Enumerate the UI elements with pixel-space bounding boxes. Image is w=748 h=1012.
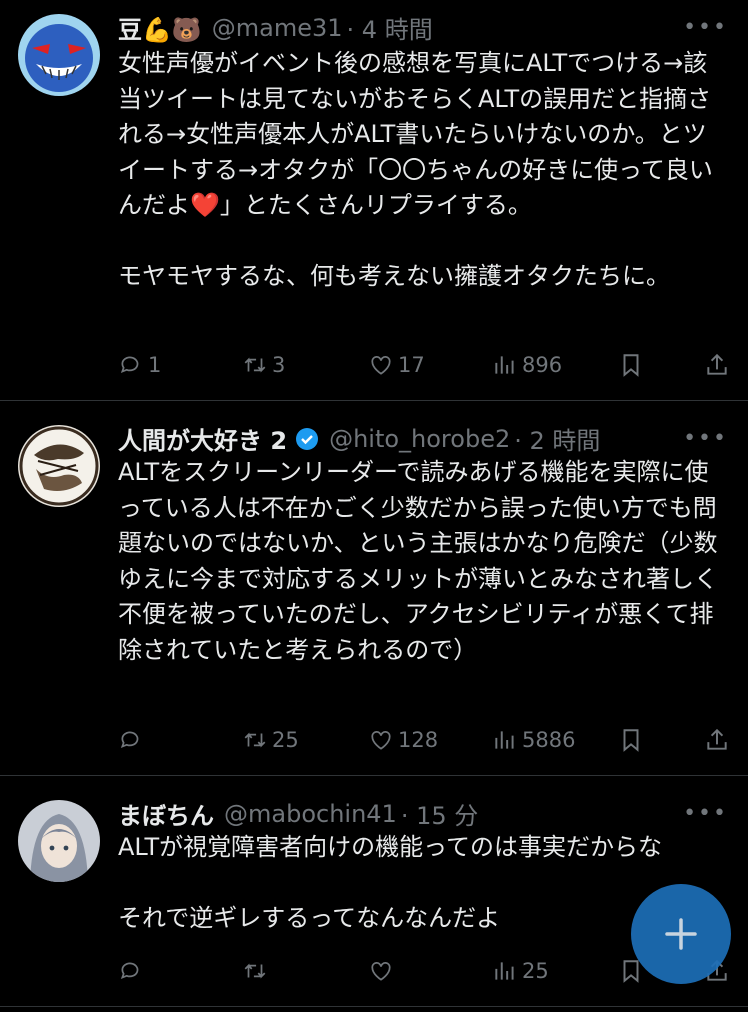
share-icon xyxy=(707,353,727,375)
retweet-icon xyxy=(244,963,266,979)
retweet-icon xyxy=(244,732,266,748)
like-count: 17 xyxy=(398,353,425,377)
view-count: 5886 xyxy=(522,728,576,752)
retweet-count: 3 xyxy=(272,353,286,377)
retweet-icon xyxy=(244,357,266,373)
share-button[interactable] xyxy=(704,723,730,757)
views-button[interactable]: 5886 xyxy=(492,723,575,757)
tweet-text: ALTをスクリーンリーダーで読みあげる機能を実際に使っている人は不在かごく少数だ… xyxy=(118,458,718,664)
more-icon[interactable]: ••• xyxy=(683,801,728,826)
retweet-button[interactable] xyxy=(242,954,272,988)
action-bar: 25 128 5886 xyxy=(118,723,730,757)
timestamp[interactable]: · 2 時間 xyxy=(514,421,600,456)
reply-button[interactable] xyxy=(118,723,148,757)
like-icon xyxy=(371,962,391,981)
tweet-2[interactable]: 人間が大好き 2 @hito_horobe2 · 2 時間 ••• ALTをスク… xyxy=(0,401,748,776)
views-icon xyxy=(495,356,514,374)
action-bar: 1 3 17 896 xyxy=(118,348,730,382)
bookmark-button[interactable] xyxy=(618,348,644,382)
avatar[interactable] xyxy=(18,14,100,96)
retweet-count: 25 xyxy=(272,728,299,752)
tweet-3[interactable]: まぼちん @mabochin41 · 15 分 ••• ALTが視覚障害者向けの… xyxy=(0,776,748,1007)
view-count: 896 xyxy=(522,353,563,377)
views-button[interactable]: 25 xyxy=(492,954,549,988)
views-icon xyxy=(495,731,514,749)
user-handle[interactable]: @mame31 xyxy=(212,14,343,42)
bookmark-icon xyxy=(623,354,639,377)
timestamp[interactable]: · 4 時間 xyxy=(347,10,433,45)
user-handle[interactable]: @mabochin41 xyxy=(224,800,397,828)
reply-icon xyxy=(120,962,139,980)
reply-icon xyxy=(120,731,139,749)
view-count: 25 xyxy=(522,959,549,983)
reply-button[interactable]: 1 xyxy=(118,348,161,382)
like-button[interactable]: 128 xyxy=(368,723,438,757)
views-button[interactable]: 896 xyxy=(492,348,562,382)
reply-button[interactable] xyxy=(118,954,148,988)
reply-icon xyxy=(120,356,139,374)
display-name[interactable]: 人間が大好き 2 xyxy=(118,421,287,456)
retweet-button[interactable]: 3 xyxy=(242,348,285,382)
more-icon[interactable]: ••• xyxy=(683,15,728,40)
like-icon xyxy=(371,731,391,750)
tweet-1[interactable]: 豆💪🐻 @mame31 · 4 時間 ••• 女性声優がイベント後の感想を写真に… xyxy=(0,0,748,401)
display-name[interactable]: まぼちん xyxy=(118,796,214,831)
compose-button[interactable] xyxy=(631,884,731,984)
like-count: 128 xyxy=(398,728,439,752)
retweet-button[interactable]: 25 xyxy=(242,723,299,757)
reply-count: 1 xyxy=(148,353,162,377)
like-button[interactable] xyxy=(368,954,398,988)
share-icon xyxy=(707,728,727,750)
bookmark-button[interactable] xyxy=(618,723,644,757)
display-name[interactable]: 豆💪🐻 xyxy=(118,10,202,45)
avatar[interactable] xyxy=(18,425,100,507)
tweet-text: 女性声優がイベント後の感想を写真にALTでつける→該当ツイートは見てないがおそら… xyxy=(118,49,713,290)
like-button[interactable]: 17 xyxy=(368,348,425,382)
share-button[interactable] xyxy=(704,348,730,382)
user-handle[interactable]: @hito_horobe2 xyxy=(329,425,510,453)
more-icon[interactable]: ••• xyxy=(683,426,728,451)
views-icon xyxy=(495,962,514,980)
verified-icon xyxy=(296,427,319,450)
like-icon xyxy=(371,356,391,375)
avatar[interactable] xyxy=(18,800,100,882)
bookmark-icon xyxy=(623,729,639,752)
compose-icon xyxy=(665,918,697,950)
timestamp[interactable]: · 15 分 xyxy=(401,796,478,831)
